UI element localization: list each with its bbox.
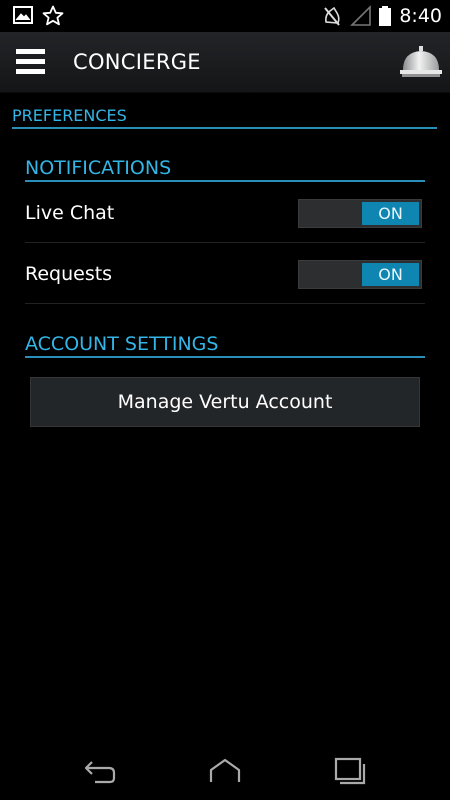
live-chat-row: Live Chat ON: [25, 183, 425, 243]
status-bar: 8:40: [0, 0, 450, 32]
action-bar: CONCIERGE: [0, 32, 450, 93]
star-icon: [42, 5, 64, 26]
preferences-header: PREFERENCES: [12, 104, 437, 129]
recent-apps-icon[interactable]: [333, 756, 367, 786]
concierge-bell-icon[interactable]: [399, 45, 443, 79]
requests-row: Requests ON: [25, 244, 425, 304]
live-chat-label: Live Chat: [25, 202, 115, 224]
requests-label: Requests: [25, 263, 113, 285]
home-icon[interactable]: [208, 756, 242, 786]
navigation-bar: [0, 740, 450, 800]
account-settings-header: ACCOUNT SETTINGS: [25, 331, 425, 358]
notifications-header: NOTIFICATIONS: [25, 155, 425, 182]
manage-vertu-account-button[interactable]: Manage Vertu Account: [30, 377, 420, 427]
image-icon: [13, 6, 33, 24]
status-time: 8:40: [399, 5, 442, 27]
requests-toggle-state: ON: [362, 263, 419, 286]
live-chat-toggle-state: ON: [362, 202, 419, 225]
live-chat-toggle[interactable]: ON: [298, 199, 422, 228]
menu-icon[interactable]: [16, 49, 45, 75]
back-icon[interactable]: [83, 756, 117, 786]
battery-icon: [379, 6, 392, 26]
signal-icon: [350, 5, 372, 26]
app-title: CONCIERGE: [73, 50, 201, 74]
requests-toggle[interactable]: ON: [298, 260, 422, 289]
muted-icon: [324, 6, 341, 26]
